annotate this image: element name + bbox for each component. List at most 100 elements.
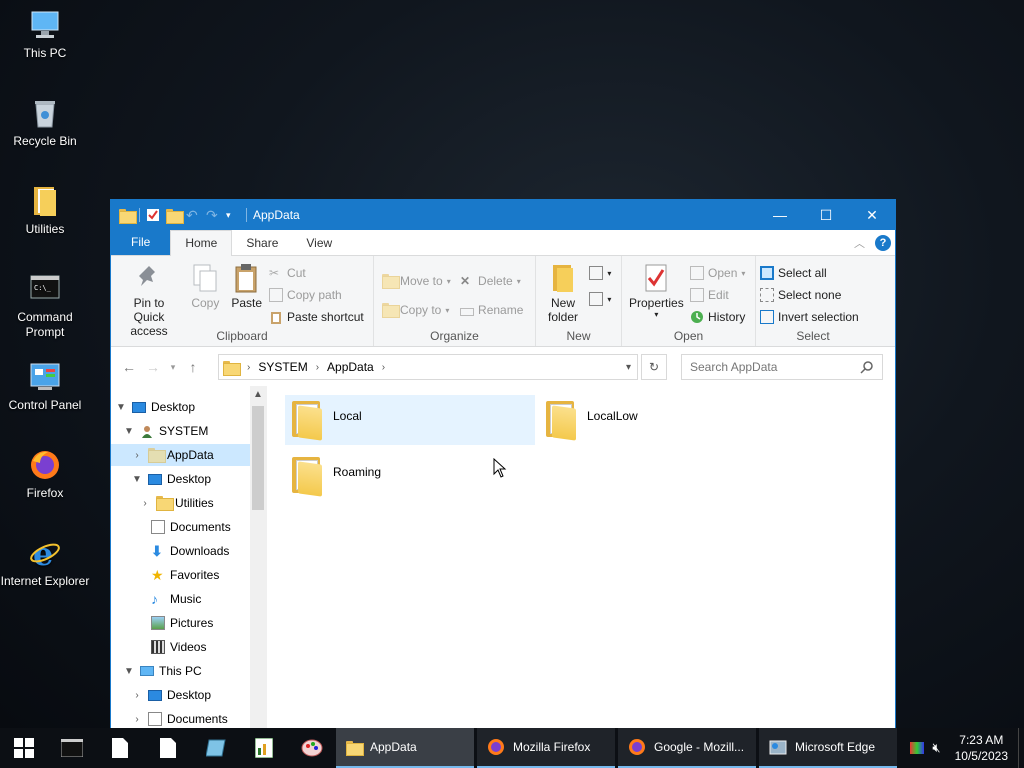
show-desktop-button[interactable] xyxy=(1018,728,1024,768)
taskbar-app-1[interactable] xyxy=(192,728,240,768)
paste-shortcut-button[interactable]: Paste shortcut xyxy=(269,308,364,326)
pin-to-quick-access-button[interactable]: Pin to Quick access xyxy=(115,260,183,340)
tree-item-documents[interactable]: Documents xyxy=(151,516,231,538)
taskbar-button-edge[interactable]: Microsoft Edge xyxy=(759,728,897,768)
tree-item-system[interactable]: ▼ SYSTEM xyxy=(123,420,208,442)
taskbar-button-appdata[interactable]: AppData xyxy=(336,728,474,768)
desktop-icon-control-panel[interactable]: Control Panel xyxy=(0,360,90,413)
edit-button[interactable]: Edit xyxy=(690,286,745,304)
back-arrow-icon[interactable]: ← xyxy=(117,359,141,375)
taskbar-notepad-1[interactable] xyxy=(96,728,144,768)
taskbar-command-prompt[interactable] xyxy=(48,728,96,768)
tab-file[interactable]: File xyxy=(111,229,171,255)
redo-icon[interactable]: ↷ xyxy=(206,208,220,222)
history-button[interactable]: History xyxy=(690,308,745,326)
tree-item-utilities[interactable]: › Utilities xyxy=(139,492,214,514)
tree-item-desktop[interactable]: ▼ Desktop xyxy=(115,396,195,418)
rename-button[interactable]: Rename xyxy=(460,301,523,319)
title-bar[interactable]: ↶ ↷ ▾ AppData — ☐ ✕ xyxy=(111,200,895,230)
volume-muted-icon[interactable]: 🔇︎ xyxy=(932,740,940,756)
maximize-button[interactable]: ☐ xyxy=(803,200,849,230)
tree-item-music[interactable]: ♪ Music xyxy=(151,588,201,610)
navigation-scrollbar[interactable]: ▲ xyxy=(250,386,267,728)
desktop-icon-recycle-bin[interactable]: Recycle Bin xyxy=(0,96,90,149)
minimize-button[interactable]: — xyxy=(757,200,803,230)
clock[interactable]: 7:23 AM 10/5/2023 xyxy=(945,732,1018,764)
tree-item-appdata[interactable]: › AppData xyxy=(111,444,250,466)
breadcrumb-system[interactable]: SYSTEM xyxy=(258,360,307,374)
paste-button[interactable]: Paste xyxy=(228,260,266,312)
forward-arrow-icon[interactable]: → xyxy=(141,359,165,375)
taskbar-button-firefox[interactable]: Mozilla Firefox xyxy=(477,728,615,768)
desktop-icon-command-prompt[interactable]: C:\_ Command Prompt xyxy=(0,272,90,340)
select-none-button[interactable]: Select none xyxy=(760,286,859,304)
delete-button[interactable]: ✕ Delete ▾ xyxy=(460,272,523,290)
collapsed-chevron-icon[interactable]: › xyxy=(131,450,143,461)
taskbar-notepad-2[interactable] xyxy=(144,728,192,768)
tree-item-videos[interactable]: Videos xyxy=(151,636,206,658)
desktop-icon-firefox[interactable]: Firefox xyxy=(0,448,90,501)
refresh-button[interactable]: ↻ xyxy=(641,354,667,380)
collapsed-chevron-icon[interactable]: › xyxy=(139,498,151,509)
collapsed-chevron-icon[interactable]: › xyxy=(131,714,143,725)
easy-access-button[interactable]: ▾ xyxy=(589,290,611,308)
expanded-chevron-icon[interactable]: ▼ xyxy=(115,402,127,413)
address-bar[interactable]: › SYSTEM › AppData › ▾ xyxy=(218,354,638,380)
tree-item-favorites[interactable]: ★ Favorites xyxy=(151,564,219,586)
invert-selection-button[interactable]: Invert selection xyxy=(760,308,859,326)
move-to-button[interactable]: Move to ▾ xyxy=(382,272,451,290)
expanded-chevron-icon[interactable]: ▼ xyxy=(123,426,135,437)
open-button[interactable]: Open ▾ xyxy=(690,264,745,282)
file-item-local[interactable]: Local xyxy=(285,395,535,445)
close-button[interactable]: ✕ xyxy=(849,200,895,230)
desktop-icon-internet-explorer[interactable]: e Internet Explorer xyxy=(0,535,90,589)
tree-item-this-pc-desktop[interactable]: › Desktop xyxy=(131,684,211,706)
desktop-icon-this-pc[interactable]: This PC xyxy=(0,8,90,61)
tree-item-downloads[interactable]: ⬇ Downloads xyxy=(151,540,229,562)
select-all-button[interactable]: Select all xyxy=(760,264,859,282)
file-item-locallow[interactable]: LocalLow xyxy=(539,395,789,445)
breadcrumb-separator-icon[interactable]: › xyxy=(316,362,319,373)
scroll-up-arrow-icon[interactable]: ▲ xyxy=(253,389,263,400)
new-folder-icon[interactable] xyxy=(166,208,184,224)
taskbar-app-3[interactable] xyxy=(288,728,336,768)
tab-view[interactable]: View xyxy=(292,231,346,255)
properties-icon[interactable] xyxy=(146,208,160,222)
scrollbar-thumb[interactable] xyxy=(252,406,264,510)
expanded-chevron-icon[interactable]: ▼ xyxy=(131,474,143,485)
tree-item-this-pc[interactable]: ▼ This PC xyxy=(123,660,202,682)
tab-home[interactable]: Home xyxy=(170,230,233,256)
breadcrumb-separator-icon[interactable]: › xyxy=(382,362,385,373)
copy-path-button[interactable]: Copy path xyxy=(269,286,364,304)
properties-button[interactable]: Properties ▾ xyxy=(626,260,687,321)
undo-icon[interactable]: ↶ xyxy=(186,208,200,222)
collapse-ribbon-icon[interactable]: ︿ xyxy=(854,235,865,251)
download-arrow-icon: ⬇ xyxy=(151,543,163,559)
copy-to-button[interactable]: Copy to ▾ xyxy=(382,301,451,319)
breadcrumb-separator-icon[interactable]: › xyxy=(247,362,250,373)
copy-button[interactable]: Copy xyxy=(186,260,224,312)
expanded-chevron-icon[interactable]: ▼ xyxy=(123,666,135,677)
taskbar-button-google-firefox[interactable]: Google - Mozill... xyxy=(618,728,756,768)
search-input[interactable]: Search AppData xyxy=(681,354,883,380)
display-icon[interactable] xyxy=(910,742,925,754)
breadcrumb-appdata[interactable]: AppData xyxy=(327,360,374,374)
desktop-icon-utilities[interactable]: Utilities xyxy=(0,184,90,237)
new-folder-button[interactable]: New folder xyxy=(540,260,586,326)
address-dropdown-chevron-icon[interactable]: ▾ xyxy=(626,362,631,373)
cut-button[interactable]: ✂ Cut xyxy=(269,264,364,282)
help-icon[interactable]: ? xyxy=(875,235,891,251)
recent-locations-chevron-icon[interactable]: ▾ xyxy=(165,362,181,373)
user-icon xyxy=(140,424,154,438)
tree-item-desktop-sub[interactable]: ▼ Desktop xyxy=(131,468,211,490)
tree-item-this-pc-documents[interactable]: › Documents xyxy=(131,708,228,728)
up-arrow-icon[interactable]: ↑ xyxy=(181,359,205,375)
tree-item-pictures[interactable]: Pictures xyxy=(151,612,213,634)
tab-share[interactable]: Share xyxy=(232,231,292,255)
taskbar-app-2[interactable] xyxy=(240,728,288,768)
new-item-button[interactable]: ▾ xyxy=(589,264,611,282)
customize-chevron-icon[interactable]: ▾ xyxy=(226,208,240,222)
documents-icon xyxy=(151,520,165,534)
collapsed-chevron-icon[interactable]: › xyxy=(131,690,143,701)
start-button[interactable] xyxy=(0,728,48,768)
